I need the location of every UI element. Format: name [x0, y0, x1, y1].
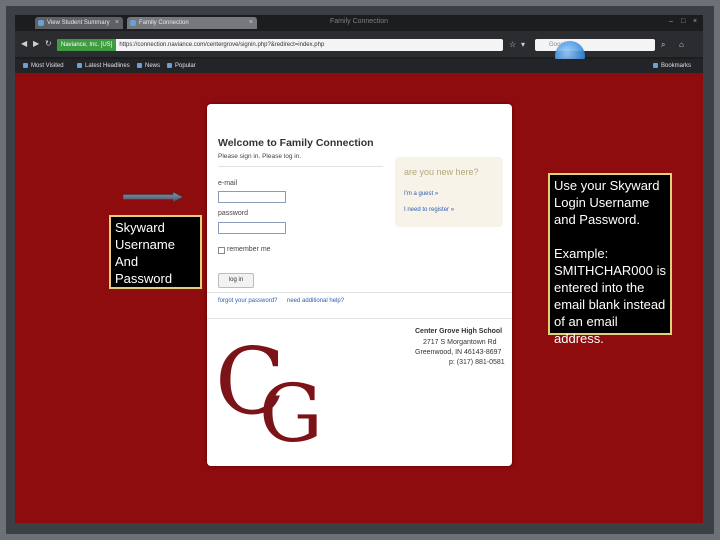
bookmarks-icon [653, 63, 658, 68]
callout-instruction-text: Use your Skyward Login Username and Pass… [554, 178, 660, 227]
maximize-icon[interactable]: □ [681, 18, 685, 25]
forgot-password-link[interactable]: forgot your password? [218, 298, 277, 304]
star-icon[interactable]: ☆ [509, 40, 516, 49]
callout-instructions: Use your Skyward Login Username and Pass… [548, 173, 672, 346]
guest-link[interactable]: I'm a guest » [404, 191, 438, 197]
bookmark-news[interactable]: News [137, 63, 160, 69]
new-user-box: are you new here? I'm a guest » I need t… [395, 157, 503, 227]
password-field[interactable] [218, 222, 286, 234]
bookmark-label: Bookmarks [661, 63, 692, 70]
school-address-1: 2717 S Morgantown Rd [423, 339, 497, 346]
divider [207, 318, 512, 319]
home-icon[interactable]: ⌂ [679, 40, 684, 49]
email-field[interactable] [218, 191, 286, 203]
url-text: https://connection.naviance.com/centergr… [119, 42, 325, 48]
dropdown-icon[interactable]: ▾ [521, 40, 525, 49]
log-in-button[interactable]: log in [218, 273, 254, 288]
tab-label: Family Connection [139, 20, 189, 26]
tab-favicon-icon [130, 20, 136, 26]
email-label: e-mail [218, 180, 238, 187]
tab-view-student-summary[interactable]: View Student Summary × [35, 17, 123, 29]
bookmark-most-visited[interactable]: Most Visited [23, 63, 64, 69]
tab-favicon-icon [38, 20, 44, 26]
arrow-right-icon [123, 192, 183, 202]
bookmark-popular[interactable]: Popular [167, 63, 196, 69]
bookmark-label: Popular [175, 63, 196, 70]
forward-icon[interactable]: ▶ [33, 39, 39, 48]
minimize-icon[interactable]: – [669, 18, 673, 25]
reload-icon[interactable]: ↻ [45, 39, 52, 48]
callout-skyward-credentials: Skyward Username And Password [109, 215, 202, 289]
tab-family-connection[interactable]: Family Connection × [127, 17, 257, 29]
bookmark-label: Latest Headlines [85, 63, 130, 70]
login-card: Welcome to Family Connection Please sign… [207, 104, 512, 466]
new-here-heading: are you new here? [404, 167, 479, 177]
site-identity-badge[interactable]: Naviance, Inc. [US] [57, 39, 117, 51]
bookmark-icon [167, 63, 172, 68]
bookmarks-menu[interactable]: Bookmarks [653, 63, 691, 69]
search-input[interactable]: Google [535, 39, 655, 51]
address-bar-row: ◀ ▶ ↻ Naviance, Inc. [US] https://connect… [15, 31, 703, 57]
bookmark-icon [137, 63, 142, 68]
school-name: Center Grove High School [415, 328, 503, 335]
help-link[interactable]: need additional help? [287, 298, 344, 304]
divider [207, 292, 512, 293]
bookmark-label: News [145, 63, 161, 70]
remember-me-label: remember me [227, 246, 271, 253]
search-icon[interactable]: ⌕ [661, 40, 665, 50]
url-field[interactable]: Naviance, Inc. [US] https://connection.na… [57, 39, 503, 51]
bookmark-latest-headlines[interactable]: Latest Headlines [77, 63, 130, 69]
close-icon[interactable]: × [115, 17, 119, 29]
remember-me-checkbox[interactable] [218, 247, 225, 254]
school-address-2: Greenwood, IN 46143-8697 [415, 349, 502, 356]
back-icon[interactable]: ◀ [21, 39, 27, 48]
close-window-icon[interactable]: × [693, 18, 697, 25]
rss-icon [77, 63, 82, 68]
page-title: Welcome to Family Connection [218, 137, 374, 149]
school-phone: p: (317) 881-0581 [449, 359, 505, 366]
screenshot-area: Family Connection View Student Summary ×… [15, 15, 703, 523]
register-link[interactable]: I need to register » [404, 207, 454, 213]
logo-letter-g: G [259, 367, 323, 460]
close-icon[interactable]: × [249, 17, 253, 29]
divider [218, 166, 383, 167]
browser-chrome: Family Connection View Student Summary ×… [15, 15, 703, 73]
password-label: password [218, 210, 248, 217]
bookmark-icon [23, 63, 28, 68]
bookmarks-bar: Most Visited Latest Headlines News Popul… [15, 59, 703, 73]
page-subtitle: Please sign in. Please log in. [218, 153, 302, 160]
bookmark-label: Most Visited [31, 63, 64, 70]
callout-example-text: Example: SMITHCHAR000 is entered into th… [554, 246, 666, 346]
tab-label: View Student Summary [47, 20, 110, 26]
